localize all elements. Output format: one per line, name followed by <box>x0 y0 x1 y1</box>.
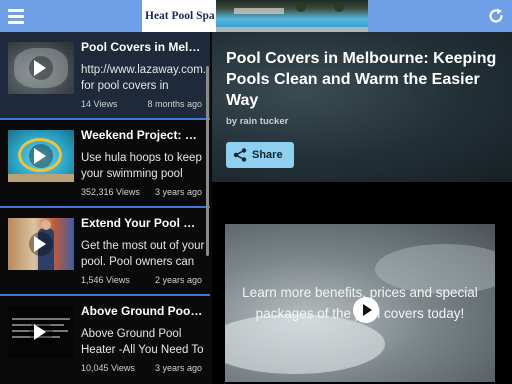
play-icon <box>34 324 46 340</box>
video-thumbnail <box>8 130 74 182</box>
video-header: Pool Covers in Melbourne: Keeping Pools … <box>212 32 512 182</box>
item-description: http://www.lazaway.com.a for pool covers… <box>81 64 205 92</box>
play-icon <box>34 148 46 164</box>
item-views: 14 Views <box>81 99 118 109</box>
banner-image <box>216 0 368 32</box>
video-thumbnail <box>8 42 74 94</box>
video-thumbnail <box>8 218 74 270</box>
item-title: Pool Covers in Melb… <box>81 40 203 54</box>
item-title: Weekend Project: Li… <box>81 128 203 142</box>
banner-ad[interactable]: Heat Pool Spa <box>142 0 368 32</box>
item-description: Use hula hoops to keep your swimming poo… <box>81 152 202 180</box>
banner-text: Heat Pool Spa <box>142 0 216 32</box>
video-player[interactable]: Learn more benefits, prices and special … <box>225 224 495 382</box>
list-item[interactable]: Pool Covers in Melb… http://www.lazaway.… <box>0 32 210 118</box>
video-detail: Pool Covers in Melbourne: Keeping Pools … <box>212 32 512 384</box>
hamburger-menu-icon[interactable] <box>0 0 32 32</box>
item-views: 352,316 Views <box>81 187 140 197</box>
item-title: Extend Your Pool S… <box>81 216 203 230</box>
item-title: Above Ground Pool … <box>81 304 203 318</box>
item-age: 8 months ago <box>147 99 202 109</box>
item-age: 2 years ago <box>154 275 202 285</box>
item-age: 3 years ago <box>154 187 202 197</box>
play-icon <box>34 60 46 76</box>
item-description: Get the most out of your pool. Pool owne… <box>81 240 205 268</box>
play-icon <box>34 236 46 252</box>
play-icon[interactable] <box>353 297 379 323</box>
list-item[interactable]: Above Ground Pool … Above Ground Pool He… <box>0 296 210 382</box>
author-label: by rain tucker <box>226 116 289 127</box>
video-thumbnail <box>8 306 74 358</box>
list-item[interactable]: Extend Your Pool S… Get the most out of … <box>0 208 210 294</box>
item-age: 3 years ago <box>154 363 202 373</box>
share-label: Share <box>252 149 283 161</box>
refresh-icon[interactable] <box>480 0 512 32</box>
video-list[interactable]: Pool Covers in Melb… http://www.lazaway.… <box>0 32 212 384</box>
page-title: Pool Covers in Melbourne: Keeping Pools … <box>226 50 497 109</box>
share-icon <box>233 148 247 162</box>
item-views: 10,045 Views <box>81 363 135 373</box>
item-description: Above Ground Pool Heater -All You Need T… <box>81 328 204 356</box>
list-item[interactable]: Weekend Project: Li… Use hula hoops to k… <box>0 120 210 206</box>
share-button[interactable]: Share <box>226 142 294 168</box>
scrollbar[interactable] <box>206 66 209 256</box>
item-views: 1,546 Views <box>81 275 130 285</box>
top-bar: Heat Pool Spa <box>0 0 512 32</box>
